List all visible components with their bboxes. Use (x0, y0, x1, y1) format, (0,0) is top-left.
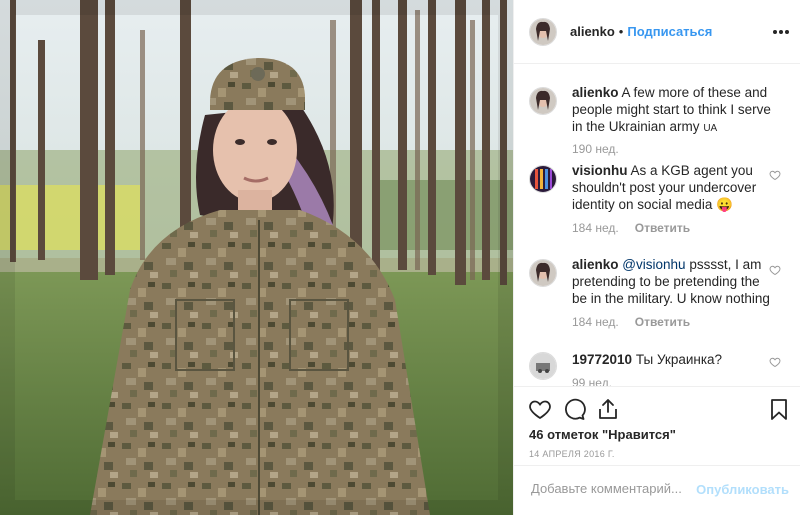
more-options-icon[interactable] (773, 24, 789, 40)
caption-avatar[interactable] (529, 87, 557, 115)
comment-text-block: alienko @visionhu psssst, I am pretendin… (572, 256, 772, 307)
commenter-avatar[interactable] (529, 352, 557, 380)
caption-username[interactable]: alienko (572, 85, 619, 100)
heart-icon[interactable] (528, 397, 552, 421)
post-side-panel: alienko • Подписаться alienko A few more… (513, 0, 800, 515)
separator-dot: • (618, 24, 624, 39)
caption-meta: 190 нед. (572, 142, 619, 156)
comment-time[interactable]: 99 нед. (572, 376, 612, 386)
flag-emoji: UA (703, 123, 718, 134)
comment-icon[interactable] (562, 397, 586, 421)
reply-button[interactable]: Ответить (635, 221, 690, 235)
comment-username[interactable]: alienko (572, 257, 619, 272)
mention-link[interactable]: @visionhu (622, 257, 685, 272)
author-avatar[interactable] (529, 17, 557, 46)
comment-text: Ты Украинка? (635, 352, 723, 367)
comment-meta: 184 нед. Ответить (572, 221, 690, 235)
reply-button[interactable]: Ответить (635, 315, 690, 329)
commenter-avatar[interactable] (529, 165, 557, 193)
comment-username[interactable]: visionhu (572, 163, 628, 178)
photo-image (0, 0, 513, 515)
caption-text-block: alienko A few more of these and people m… (572, 84, 772, 137)
post-header: alienko • Подписаться (514, 0, 800, 64)
share-icon[interactable] (596, 397, 620, 421)
comments-list[interactable]: alienko A few more of these and people m… (514, 64, 800, 386)
post-date[interactable]: 14 АПРЕЛЯ 2016 Г. (529, 449, 615, 459)
instagram-post: alienko • Подписаться alienko A few more… (0, 0, 800, 515)
post-photo[interactable] (0, 0, 513, 515)
post-actions: 46 отметок "Нравится" 14 АПРЕЛЯ 2016 Г. … (514, 386, 800, 516)
comment-input[interactable] (529, 480, 703, 497)
publish-button[interactable]: Опубликовать (696, 482, 789, 497)
comment-text-block: 19772010 Ты Украинка? (572, 351, 772, 368)
comment-time[interactable]: 184 нед. (572, 315, 619, 329)
follow-button[interactable]: Подписаться (627, 24, 712, 39)
bookmark-icon[interactable] (767, 397, 791, 421)
commenter-avatar[interactable] (529, 259, 557, 287)
author-username[interactable]: alienko (570, 24, 615, 39)
comment-text-block: visionhu As a KGB agent you shouldn't po… (572, 162, 772, 213)
add-comment-bar: Опубликовать (514, 465, 800, 517)
likes-count[interactable]: 46 отметок "Нравится" (529, 427, 676, 442)
comment-time[interactable]: 184 нед. (572, 221, 619, 235)
heart-icon[interactable] (769, 264, 781, 276)
heart-icon[interactable] (769, 169, 781, 181)
comment-meta: 184 нед. Ответить (572, 315, 690, 329)
comment-meta: 99 нед. (572, 376, 612, 386)
caption-time[interactable]: 190 нед. (572, 142, 619, 156)
emoji: 😛 (716, 197, 733, 212)
comment-username[interactable]: 19772010 (572, 352, 632, 367)
heart-icon[interactable] (769, 356, 781, 368)
